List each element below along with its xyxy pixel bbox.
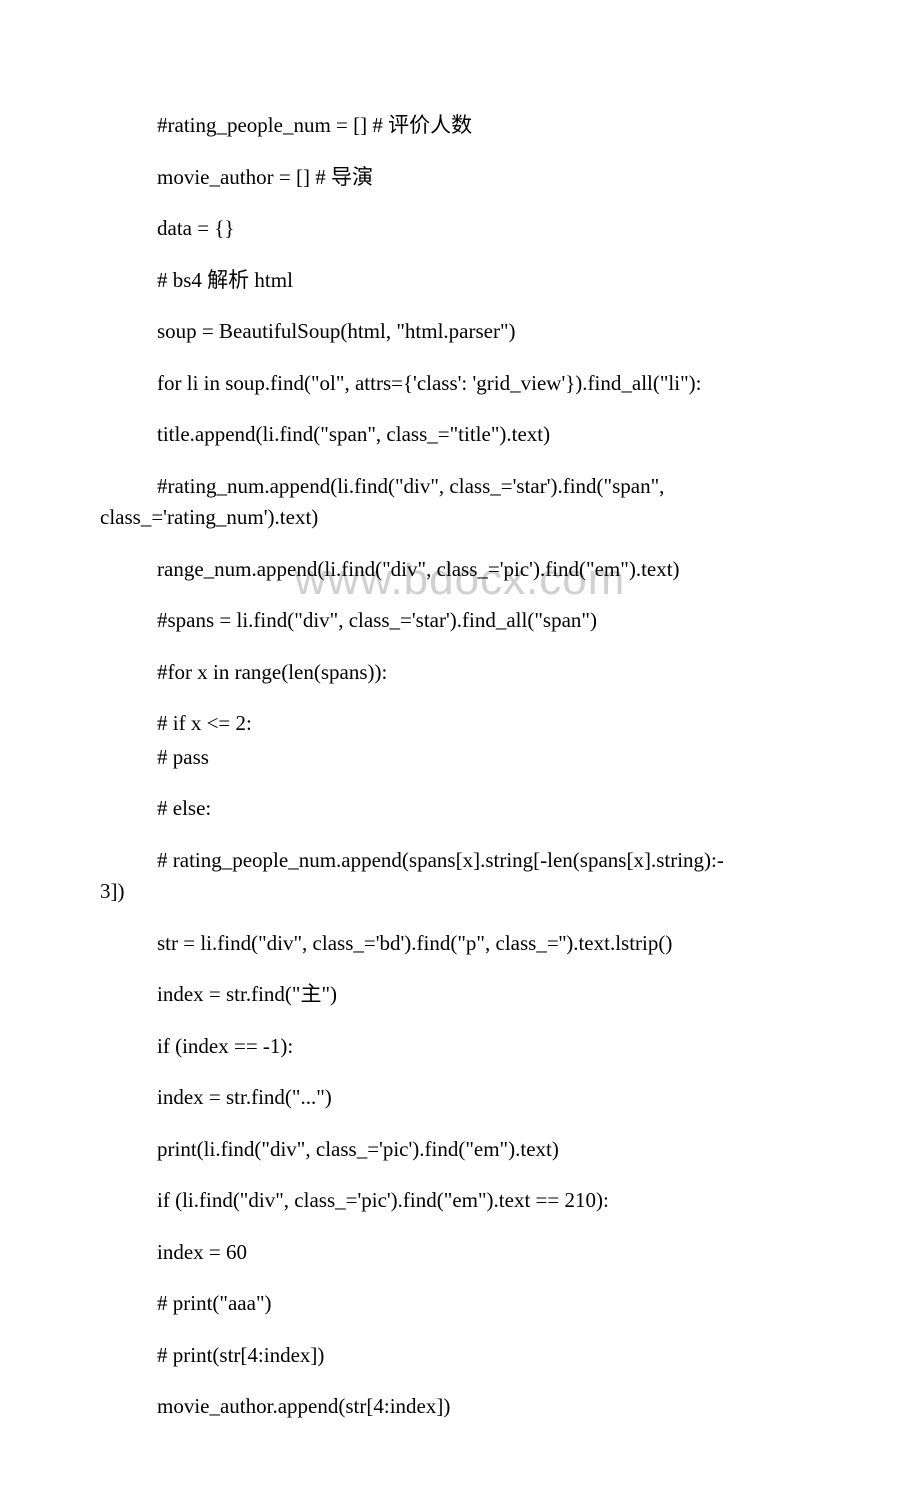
code-line: # pass [100, 742, 820, 774]
code-line: str = li.find("div", class_='bd').find("… [100, 928, 820, 960]
code-line: #for x in range(len(spans)): [100, 657, 820, 689]
code-line: index = str.find("...") [100, 1082, 820, 1114]
code-line: index = str.find("主") [100, 979, 820, 1011]
code-line: # rating_people_num.append(spans[x].stri… [100, 845, 820, 908]
code-line: # print(str[4:index]) [100, 1340, 820, 1372]
code-line: if (li.find("div", class_='pic').find("e… [100, 1185, 820, 1217]
code-line: if (index == -1): [100, 1031, 820, 1063]
code-line: soup = BeautifulSoup(html, "html.parser"… [100, 316, 820, 348]
code-line: index = 60 [100, 1237, 820, 1269]
code-line: #spans = li.find("div", class_='star').f… [100, 605, 820, 637]
code-line: movie_author = [] # 导演 [100, 162, 820, 194]
code-line: data = {} [100, 213, 820, 245]
code-line: title.append(li.find("span", class_="tit… [100, 419, 820, 451]
code-line: # bs4 解析 html [100, 265, 820, 297]
document-content: #rating_people_num = [] # 评价人数 movie_auth… [100, 110, 820, 1423]
code-line: movie_author.append(str[4:index]) [100, 1391, 820, 1423]
code-line: # else: [100, 793, 820, 825]
code-line: range_num.append(li.find("div", class_='… [100, 554, 820, 586]
code-line: # print("aaa") [100, 1288, 820, 1320]
code-line: # if x <= 2: [100, 708, 820, 740]
code-line: print(li.find("div", class_='pic').find(… [100, 1134, 820, 1166]
code-line: #rating_people_num = [] # 评价人数 [100, 110, 820, 142]
code-line: for li in soup.find("ol", attrs={'class'… [100, 368, 820, 400]
code-line: #rating_num.append(li.find("div", class_… [100, 471, 820, 534]
